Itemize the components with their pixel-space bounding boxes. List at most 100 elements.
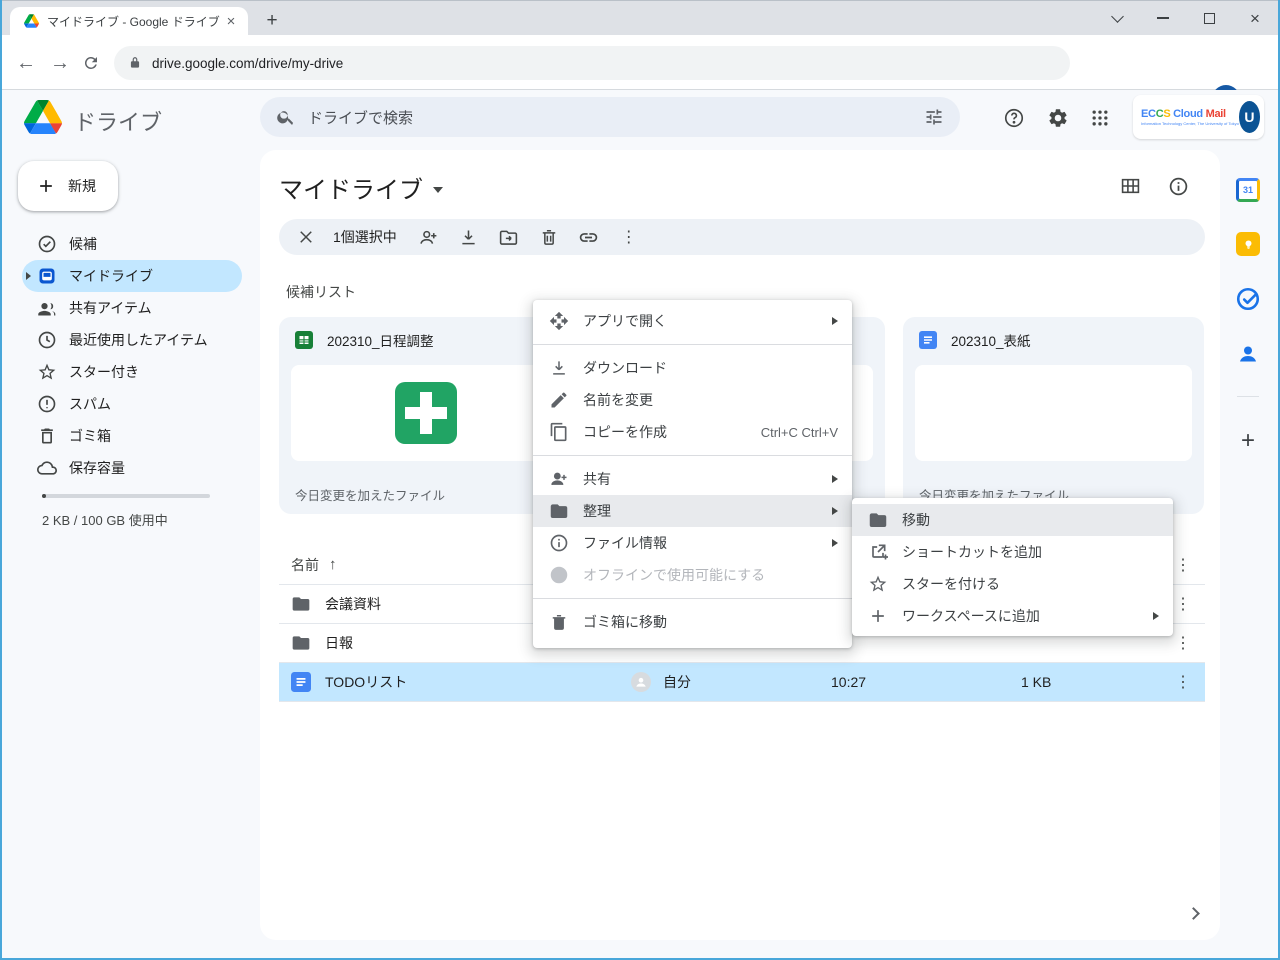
menu-item-download[interactable]: ダウンロード <box>533 352 852 384</box>
storage-usage-text: 2 KB / 100 GB 使用中 <box>42 510 168 529</box>
sort-ascending-icon[interactable]: ↑ <box>329 556 337 573</box>
file-row-selected[interactable]: TODOリスト 自分 10:27 1 KB ⋮ <box>279 663 1205 702</box>
row-more-icon[interactable]: ⋮ <box>1161 633 1205 653</box>
submenu-item-move[interactable]: 移動 <box>852 504 1173 536</box>
menu-divider <box>533 344 852 345</box>
page-title[interactable]: マイドライブ <box>279 170 443 205</box>
browser-toolbar: ← → drive.google.com/drive/my-drive ☆ U … <box>2 35 1278 90</box>
file-size: 1 KB <box>1021 674 1161 690</box>
sidebar-item-recent[interactable]: 最近使用したアイテム <box>22 324 242 356</box>
rail-divider <box>1237 396 1259 397</box>
context-menu: アプリで開く ダウンロード 名前を変更 コピーを作成Ctrl+C Ctrl+V … <box>533 300 852 648</box>
window-minimize-button[interactable] <box>1152 7 1174 29</box>
google-apps-grid-icon[interactable] <box>1087 105 1113 131</box>
tab-strip: マイドライブ - Google ドライブ × + × <box>2 1 1278 35</box>
selection-count: 1個選択中 <box>333 227 397 247</box>
file-name: 日報 <box>325 633 353 653</box>
search-icon <box>276 107 296 127</box>
people-icon <box>37 298 57 318</box>
menu-item-move-to-trash[interactable]: ゴミ箱に移動 <box>533 606 852 638</box>
new-tab-button[interactable]: + <box>260 9 284 33</box>
suggestions-label: 候補リスト <box>286 282 356 302</box>
folder-icon <box>291 594 311 614</box>
name-column-header[interactable]: 名前 <box>291 555 319 575</box>
plus-icon <box>36 176 56 196</box>
address-bar[interactable]: drive.google.com/drive/my-drive <box>114 46 1070 80</box>
get-addons-button[interactable]: + <box>1241 427 1255 455</box>
sidebar-item-spam[interactable]: スパム <box>22 388 242 420</box>
selection-toolbar: 1個選択中 ⋮ <box>279 219 1205 255</box>
tab-close-icon[interactable]: × <box>222 12 240 30</box>
share-add-person-icon[interactable] <box>409 221 449 253</box>
sidebar-item-trash[interactable]: ゴミ箱 <box>22 420 242 452</box>
more-actions-icon[interactable]: ⋮ <box>609 221 649 253</box>
organize-submenu: 移動 ショートカットを追加 スターを付ける ワークスペースに追加 <box>852 498 1173 636</box>
keep-icon[interactable] <box>1236 232 1260 256</box>
share-add-person-icon <box>549 469 569 489</box>
submenu-item-add-to-workspace[interactable]: ワークスペースに追加 <box>852 600 1173 632</box>
details-info-icon[interactable] <box>1164 172 1192 200</box>
clear-selection-icon[interactable] <box>289 221 323 253</box>
forward-button[interactable]: → <box>47 50 73 76</box>
expand-arrow-icon[interactable] <box>26 272 31 280</box>
tasks-icon[interactable] <box>1235 286 1261 312</box>
sidebar-item-storage[interactable]: 保存容量 <box>22 452 242 484</box>
rename-pencil-icon <box>549 390 569 410</box>
download-icon[interactable] <box>449 221 489 253</box>
menu-item-open-with[interactable]: アプリで開く <box>533 305 852 337</box>
submenu-arrow-icon <box>832 539 838 547</box>
file-name: 会議資料 <box>325 594 381 614</box>
window-close-button[interactable]: × <box>1244 7 1266 29</box>
owner-name: 自分 <box>663 672 691 692</box>
menu-item-organize[interactable]: 整理 <box>533 495 852 527</box>
back-button[interactable]: ← <box>13 50 39 76</box>
drive-logo-icon[interactable] <box>24 100 62 134</box>
chevron-down-icon <box>433 187 443 193</box>
sidebar-item-starred[interactable]: スター付き <box>22 356 242 388</box>
tab-search-chevron-icon[interactable] <box>1106 7 1128 29</box>
copy-link-icon[interactable] <box>569 221 609 253</box>
folder-icon <box>291 633 311 653</box>
menu-item-share[interactable]: 共有 <box>533 463 852 495</box>
browser-tab[interactable]: マイドライブ - Google ドライブ × <box>10 7 248 35</box>
grid-view-toggle-icon[interactable] <box>1116 172 1144 200</box>
menu-item-offline: オフラインで使用可能にする <box>533 559 852 591</box>
help-icon[interactable] <box>1001 105 1027 131</box>
search-bar[interactable]: ドライブで検索 <box>260 97 960 137</box>
account-avatar[interactable]: U <box>1239 101 1260 133</box>
drive-favicon-icon <box>24 14 39 28</box>
new-button[interactable]: 新規 <box>18 161 118 211</box>
menu-item-make-copy[interactable]: コピーを作成Ctrl+C Ctrl+V <box>533 416 852 448</box>
settings-gear-icon[interactable] <box>1045 105 1071 131</box>
file-card-docs[interactable]: 202310_表紙 今日変更を加えたファイル <box>903 317 1204 514</box>
star-icon <box>868 574 888 594</box>
card-thumbnail <box>915 365 1192 461</box>
check-circle-icon <box>37 234 57 254</box>
menu-item-file-info[interactable]: ファイル情報 <box>533 527 852 559</box>
owner-avatar <box>631 672 651 692</box>
sidebar-item-suggested[interactable]: 候補 <box>22 228 242 260</box>
sheets-file-icon <box>295 331 313 349</box>
calendar-icon[interactable]: 31 <box>1236 178 1260 202</box>
card-file-name: 202310_表紙 <box>951 330 1031 350</box>
browser-window: マイドライブ - Google ドライブ × + × ← → drive.goo… <box>0 0 1280 960</box>
contacts-icon[interactable] <box>1236 342 1260 366</box>
file-card-sheets[interactable]: 202310_日程調整 今日変更を加えたファイル <box>279 317 573 514</box>
move-to-folder-icon[interactable] <box>489 221 529 253</box>
menu-item-rename[interactable]: 名前を変更 <box>533 384 852 416</box>
trash-icon[interactable] <box>529 221 569 253</box>
search-options-icon[interactable] <box>924 107 944 127</box>
collapse-chevron-icon[interactable] <box>1187 907 1200 920</box>
sidebar-item-shared[interactable]: 共有アイテム <box>22 292 242 324</box>
trash-icon <box>37 426 57 446</box>
offline-pin-icon <box>549 565 569 585</box>
row-more-icon[interactable]: ⋮ <box>1161 672 1205 692</box>
star-icon <box>37 362 57 382</box>
reload-button[interactable] <box>78 50 104 76</box>
drive-app: ドライブ ドライブで検索 ECCS Cloud Mail <box>2 90 1278 958</box>
submenu-item-add-star[interactable]: スターを付ける <box>852 568 1173 600</box>
submenu-item-add-shortcut[interactable]: ショートカットを追加 <box>852 536 1173 568</box>
plus-icon <box>868 606 888 626</box>
window-maximize-button[interactable] <box>1198 7 1220 29</box>
sidebar-item-my-drive[interactable]: マイドライブ <box>22 260 242 292</box>
